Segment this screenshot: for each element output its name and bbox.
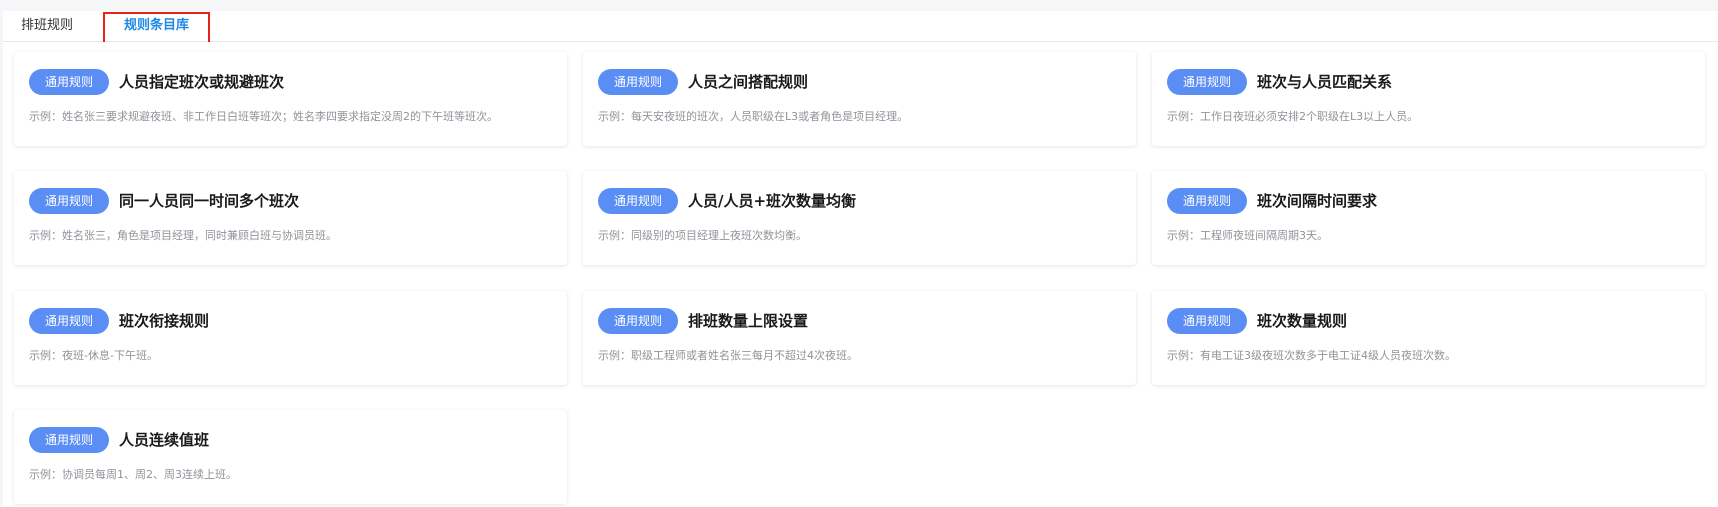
tab-bar: 排班规则 规则条目库 bbox=[3, 11, 1718, 42]
tab-rule-library[interactable]: 规则条目库 bbox=[104, 11, 209, 41]
rule-title: 人员指定班次或规避班次 bbox=[119, 73, 285, 91]
rule-card-grid: 通用规则 人员指定班次或规避班次 示例：姓名张三要求规避夜班、非工作日白班等班次… bbox=[3, 42, 1718, 507]
rule-title: 人员之间搭配规则 bbox=[688, 73, 809, 91]
rule-type-badge: 通用规则 bbox=[1167, 188, 1247, 214]
rule-title: 排班数量上限设置 bbox=[688, 312, 809, 330]
rule-card[interactable]: 通用规则 人员之间搭配规则 示例：每天安夜班的班次，人员职级在L3或者角色是项目… bbox=[583, 52, 1136, 146]
rule-card[interactable]: 通用规则 人员指定班次或规避班次 示例：姓名张三要求规避夜班、非工作日白班等班次… bbox=[14, 52, 567, 146]
rule-card[interactable]: 通用规则 同一人员同一时间多个班次 示例：姓名张三，角色是项目经理，同时兼顾白班… bbox=[14, 171, 567, 265]
rule-example: 示例：姓名张三，角色是项目经理，同时兼顾白班与协调员班。 bbox=[29, 229, 337, 242]
rule-type-badge: 通用规则 bbox=[29, 308, 109, 334]
rule-example: 示例：夜班-休息-下午班。 bbox=[29, 349, 158, 362]
top-strip bbox=[0, 0, 1718, 11]
rule-type-badge: 通用规则 bbox=[29, 427, 109, 453]
rule-card[interactable]: 通用规则 班次衔接规则 示例：夜班-休息-下午班。 bbox=[14, 291, 567, 385]
rule-example: 示例：协调员每周1、周2、周3连续上班。 bbox=[29, 468, 237, 481]
rule-example: 示例：姓名张三要求规避夜班、非工作日白班等班次；姓名李四要求指定没周2的下午班等… bbox=[29, 110, 498, 123]
rule-title: 人员/人员+班次数量均衡 bbox=[688, 192, 857, 210]
rule-title: 班次数量规则 bbox=[1257, 312, 1348, 330]
rule-type-badge: 通用规则 bbox=[598, 308, 678, 334]
rule-example: 示例：工作日夜班必须安排2个职级在L3以上人员。 bbox=[1167, 110, 1419, 123]
rule-example: 示例：同级别的项目经理上夜班次数均衡。 bbox=[598, 229, 807, 242]
rule-card[interactable]: 通用规则 班次间隔时间要求 示例：工程师夜班间隔周期3天。 bbox=[1152, 171, 1705, 265]
rule-card[interactable]: 通用规则 人员/人员+班次数量均衡 示例：同级别的项目经理上夜班次数均衡。 bbox=[583, 171, 1136, 265]
rule-title: 人员连续值班 bbox=[119, 431, 210, 449]
rule-type-badge: 通用规则 bbox=[1167, 308, 1247, 334]
rule-card[interactable]: 通用规则 班次与人员匹配关系 示例：工作日夜班必须安排2个职级在L3以上人员。 bbox=[1152, 52, 1705, 146]
rule-type-badge: 通用规则 bbox=[598, 188, 678, 214]
rule-title: 班次间隔时间要求 bbox=[1257, 192, 1378, 210]
rule-type-badge: 通用规则 bbox=[1167, 69, 1247, 95]
tab-schedule-rules[interactable]: 排班规则 bbox=[17, 11, 77, 41]
rule-title: 同一人员同一时间多个班次 bbox=[119, 192, 300, 210]
rule-example: 示例：工程师夜班间隔周期3天。 bbox=[1167, 229, 1328, 242]
rule-example: 示例：有电工证3级夜班次数多于电工证4级人员夜班次数。 bbox=[1167, 349, 1456, 362]
rule-type-badge: 通用规则 bbox=[29, 188, 109, 214]
rule-example: 示例：职级工程师或者姓名张三每月不超过4次夜班。 bbox=[598, 349, 858, 362]
rule-example: 示例：每天安夜班的班次，人员职级在L3或者角色是项目经理。 bbox=[598, 110, 909, 123]
rule-card[interactable]: 通用规则 班次数量规则 示例：有电工证3级夜班次数多于电工证4级人员夜班次数。 bbox=[1152, 291, 1705, 385]
rule-card[interactable]: 通用规则 人员连续值班 示例：协调员每周1、周2、周3连续上班。 bbox=[14, 410, 567, 504]
rule-title: 班次与人员匹配关系 bbox=[1257, 73, 1393, 91]
rule-title: 班次衔接规则 bbox=[119, 312, 210, 330]
rule-type-badge: 通用规则 bbox=[29, 69, 109, 95]
rule-card[interactable]: 通用规则 排班数量上限设置 示例：职级工程师或者姓名张三每月不超过4次夜班。 bbox=[583, 291, 1136, 385]
rule-type-badge: 通用规则 bbox=[598, 69, 678, 95]
